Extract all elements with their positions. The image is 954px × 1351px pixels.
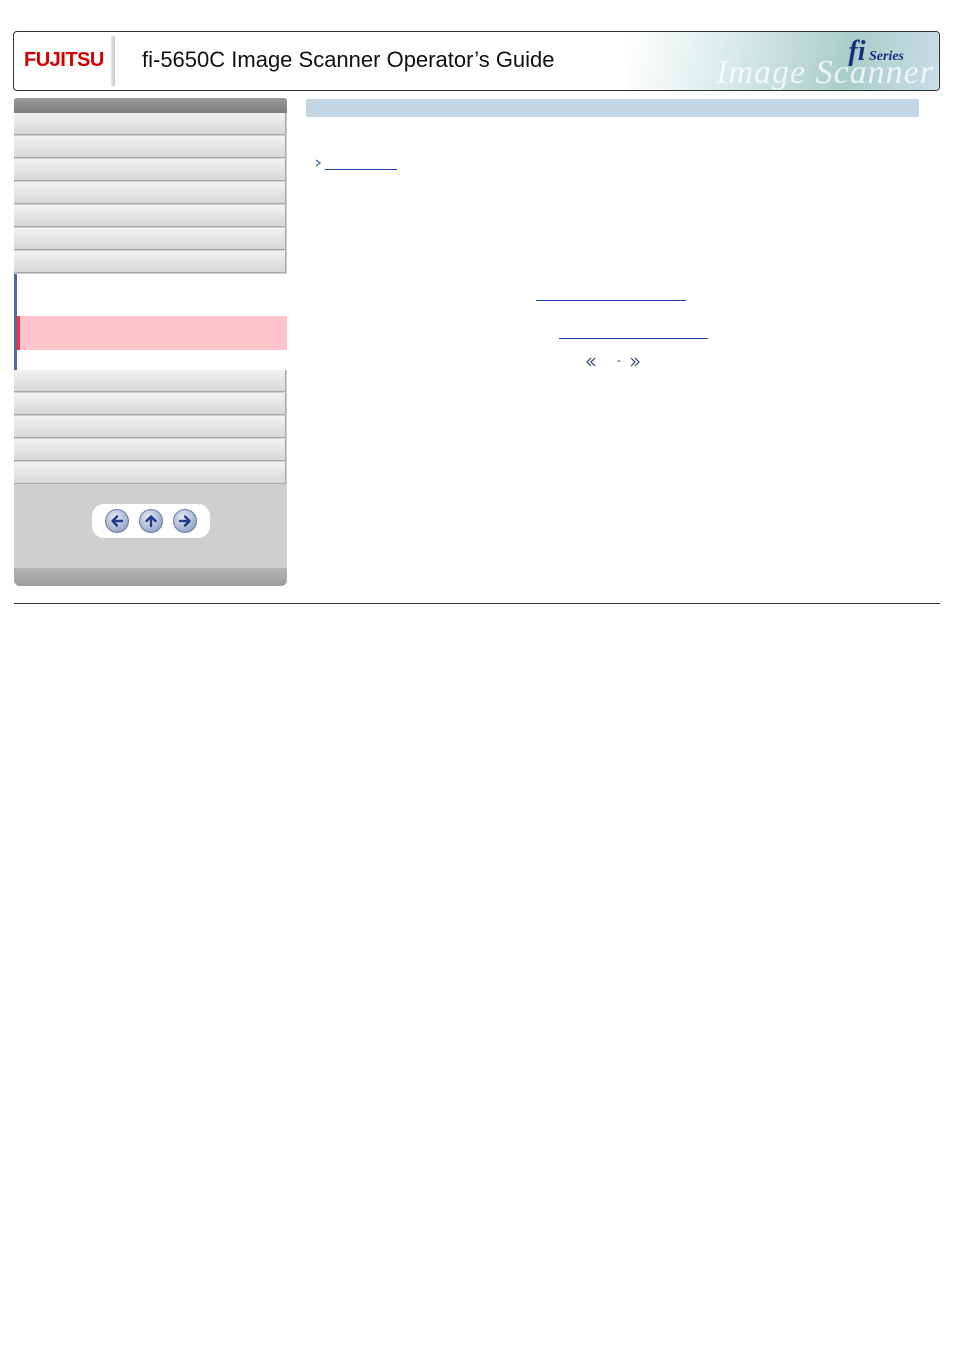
link-bullet-icon	[315, 159, 322, 167]
sidebar-item-7[interactable]	[14, 251, 286, 273]
double-left-arrow-icon	[586, 357, 596, 367]
up-arrow-button[interactable]	[139, 509, 163, 533]
sidebar-item-10[interactable]	[14, 416, 286, 438]
back-arrow-icon	[111, 515, 124, 527]
bottom-divider	[14, 603, 940, 604]
sidebar-item-8[interactable]	[14, 370, 286, 392]
up-arrow-icon	[145, 515, 157, 528]
sidebar-item-12[interactable]	[14, 462, 286, 484]
sidebar-bottom-bar	[14, 568, 287, 586]
guide-title: fi-5650C Image Scanner Operator’s Guide	[142, 47, 555, 72]
sidebar-item-3[interactable]	[14, 159, 286, 181]
sidebar-item-2[interactable]	[14, 136, 286, 158]
back-arrow-button[interactable]	[105, 509, 129, 533]
sidebar-subnav	[14, 274, 287, 370]
page-nav-buttons	[92, 504, 210, 538]
sidebar-item-5[interactable]	[14, 205, 286, 227]
content-title-bar	[306, 99, 919, 117]
sidebar-top-bar	[14, 98, 287, 113]
forward-arrow-icon	[178, 515, 191, 527]
sidebar-item-11[interactable]	[14, 439, 286, 461]
fujitsu-logo: FUJITSU	[24, 49, 104, 71]
double-right-arrow-icon	[630, 357, 640, 367]
header-banner: FUJITSU fi-5650C Image Scanner Operator’…	[13, 31, 940, 91]
banner-artwork: Image Scanner fi Series	[629, 32, 939, 90]
sidebar-item-1[interactable]	[14, 113, 286, 135]
sidebar-subitem-active[interactable]	[17, 316, 287, 350]
sidebar-item-9[interactable]	[14, 393, 286, 415]
forward-arrow-button[interactable]	[173, 509, 197, 533]
fi-series-logo: fi Series	[848, 36, 904, 67]
logo-divider	[111, 36, 115, 86]
reference-link-2[interactable]	[559, 337, 708, 339]
sidebar	[14, 98, 287, 586]
sidebar-item-6[interactable]	[14, 228, 286, 250]
sidebar-item-4[interactable]	[14, 182, 286, 204]
reference-link-1[interactable]	[536, 299, 686, 301]
page-range-separator: -	[617, 355, 621, 367]
top-link[interactable]	[325, 168, 397, 170]
